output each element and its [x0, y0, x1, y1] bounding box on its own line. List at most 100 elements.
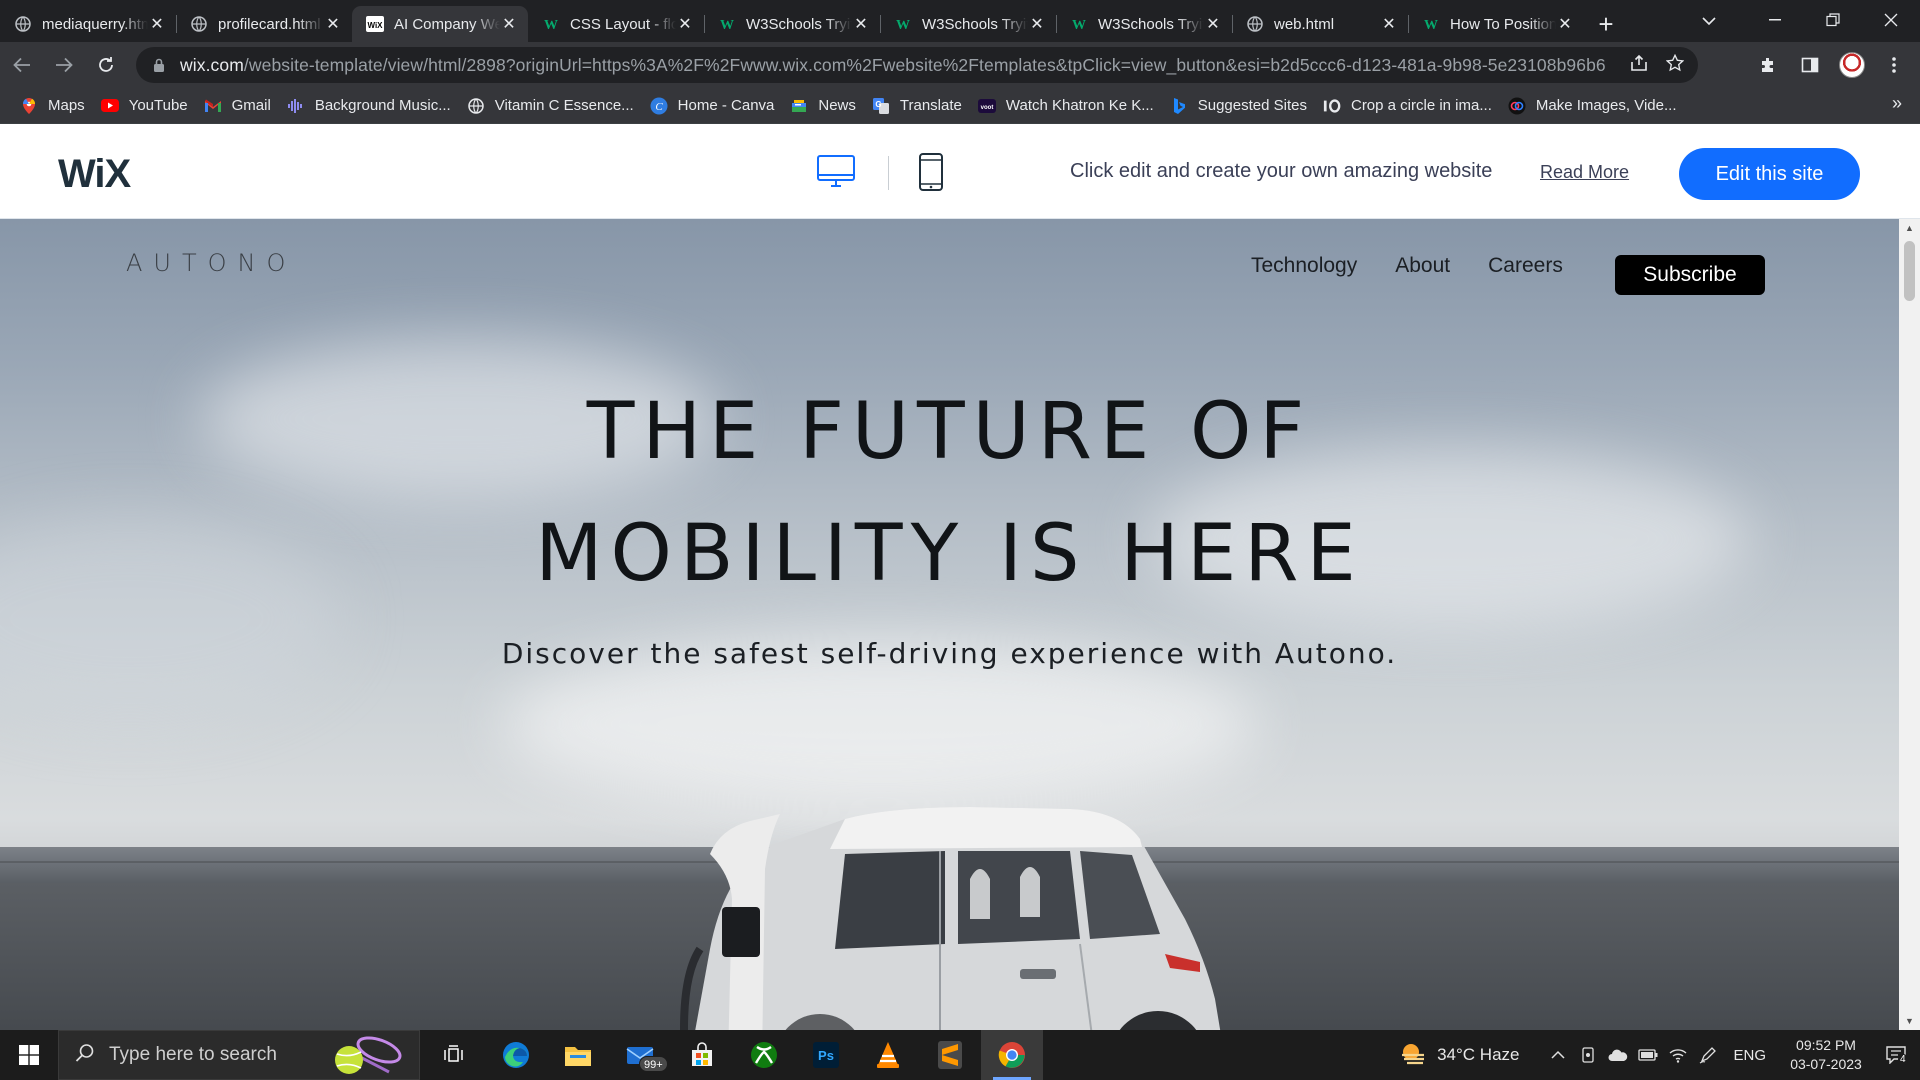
tab-w3schools-1[interactable]: W W3Schools Tryit ✕ [704, 6, 880, 42]
windows-start-icon[interactable] [0, 1030, 58, 1080]
subscribe-button[interactable]: Subscribe [1615, 255, 1765, 295]
profile-avatar[interactable] [1834, 47, 1870, 83]
mail-icon[interactable]: 99+ [609, 1030, 671, 1080]
forward-arrow-icon[interactable] [44, 45, 84, 85]
close-icon[interactable]: ✕ [1380, 15, 1398, 33]
wifi-icon[interactable] [1665, 1030, 1691, 1080]
edit-this-site-button[interactable]: Edit this site [1679, 148, 1860, 200]
restore-icon[interactable] [1804, 0, 1862, 40]
bookmark-make-images[interactable]: Make Images, Vide... [1506, 92, 1687, 120]
bookmark-news[interactable]: News [788, 92, 866, 120]
hero-subtitle: Discover the safest self-driving experie… [501, 637, 1398, 670]
tab-web-html[interactable]: web.html ✕ [1232, 6, 1408, 42]
scroll-up-arrow-icon[interactable]: ▲ [1899, 219, 1920, 237]
desktop-view-icon[interactable] [816, 154, 856, 190]
voot-icon: voot [977, 97, 996, 115]
tab-title: AI Company Website [394, 15, 500, 33]
tab-mediaquerry[interactable]: mediaquerry.html ✕ [0, 6, 176, 42]
bookmark-suggested-sites[interactable]: Suggested Sites [1168, 92, 1317, 120]
menu-icon[interactable] [1876, 47, 1912, 83]
input-language[interactable]: ENG [1733, 1047, 1766, 1064]
close-icon[interactable]: ✕ [148, 15, 166, 33]
tab-ai-company[interactable]: WiX AI Company Website ✕ [352, 6, 528, 42]
hero-title-line-2: MOBILITY IS HERE [535, 509, 1364, 599]
close-icon[interactable]: ✕ [852, 15, 870, 33]
sun-haze-icon [1399, 1041, 1427, 1070]
chevron-down-icon[interactable] [1694, 8, 1724, 34]
taskbar-clock[interactable]: 09:52 PM 03-07-2023 [1780, 1036, 1872, 1074]
close-icon[interactable]: ✕ [324, 15, 342, 33]
bookmark-gmail[interactable]: Gmail [202, 92, 281, 120]
meet-now-icon[interactable] [1575, 1030, 1601, 1080]
close-icon[interactable]: ✕ [1556, 15, 1574, 33]
tab-title: W3Schools Tryit [746, 15, 852, 33]
bookmark-label: Crop a circle in ima... [1350, 97, 1492, 114]
onedrive-icon[interactable] [1605, 1030, 1631, 1080]
url-text[interactable]: wix.com/website-template/view/html/2898?… [180, 55, 1606, 76]
tab-css-layout[interactable]: W CSS Layout - float ✕ [528, 6, 704, 42]
star-icon[interactable] [1665, 53, 1685, 77]
bing-icon [1170, 97, 1188, 115]
mobile-view-icon[interactable] [918, 152, 944, 192]
extensions-icon[interactable] [1750, 47, 1786, 83]
notification-center-icon[interactable]: 4 [1872, 1030, 1920, 1080]
sublime-text-icon[interactable] [919, 1030, 981, 1080]
close-icon[interactable]: ✕ [1204, 15, 1222, 33]
lock-icon[interactable] [150, 56, 168, 74]
bookmark-label: Gmail [231, 97, 271, 114]
nav-technology[interactable]: Technology [1251, 254, 1357, 278]
translate-icon: G [872, 97, 890, 115]
edge-icon[interactable] [485, 1030, 547, 1080]
file-explorer-icon[interactable] [547, 1030, 609, 1080]
close-window-icon[interactable] [1862, 0, 1920, 40]
minimize-icon[interactable] [1746, 0, 1804, 40]
pen-icon[interactable] [1695, 1030, 1721, 1080]
bookmark-voot[interactable]: voot Watch Khatron Ke K... [976, 92, 1164, 120]
bookmark-translate[interactable]: G Translate [870, 92, 972, 120]
site-preview: AUTONO Technology About Careers Subscrib… [0, 219, 1899, 1030]
battery-icon[interactable] [1635, 1030, 1661, 1080]
close-icon[interactable]: ✕ [676, 15, 694, 33]
bookmark-maps[interactable]: Maps [18, 92, 95, 120]
back-arrow-icon[interactable] [2, 45, 42, 85]
tab-w3schools-2[interactable]: W W3Schools Tryit ✕ [880, 6, 1056, 42]
scroll-down-arrow-icon[interactable]: ▼ [1899, 1012, 1920, 1030]
page-scrollbar[interactable]: ▲ ▼ [1899, 219, 1920, 1030]
nav-careers[interactable]: Careers [1488, 254, 1563, 278]
reload-icon[interactable] [86, 45, 126, 85]
weather-widget[interactable]: 34°C Haze [1399, 1041, 1519, 1070]
tab-title: profilecard.html [218, 15, 321, 33]
photoshop-icon[interactable]: Ps [795, 1030, 857, 1080]
store-icon[interactable] [671, 1030, 733, 1080]
wix-logo[interactable]: WiX [58, 152, 131, 197]
tab-profilecard[interactable]: profilecard.html ✕ [176, 6, 352, 42]
bookmark-canva[interactable]: C Home - Canva [648, 92, 785, 120]
bookmarks-overflow-button[interactable]: » [1892, 93, 1902, 114]
close-icon[interactable]: ✕ [1028, 15, 1046, 33]
tab-w3schools-3[interactable]: W W3Schools Tryit ✕ [1056, 6, 1232, 42]
bookmark-label: Maps [48, 97, 85, 114]
side-panel-icon[interactable] [1792, 47, 1828, 83]
task-view-icon[interactable] [423, 1030, 485, 1080]
tab-title: mediaquerry.html [42, 15, 148, 33]
bookmark-crop-circle[interactable]: Crop a circle in ima... [1321, 92, 1502, 120]
share-icon[interactable] [1630, 54, 1648, 77]
notification-count: 4 [1898, 1054, 1908, 1065]
vlc-icon[interactable] [857, 1030, 919, 1080]
tab-how-to-position[interactable]: W How To Position ✕ [1408, 6, 1584, 42]
mail-badge: 99+ [639, 1056, 668, 1072]
autono-logo[interactable]: AUTONO [126, 249, 296, 277]
bookmark-background-music[interactable]: Background Music... [285, 92, 461, 120]
tab-title: W3Schools Tryit [922, 15, 1028, 33]
nav-about[interactable]: About [1395, 254, 1450, 278]
chrome-icon[interactable] [981, 1030, 1043, 1080]
scroll-thumb[interactable] [1904, 241, 1915, 301]
xbox-icon[interactable] [733, 1030, 795, 1080]
new-tab-button[interactable]: + [1588, 6, 1624, 42]
bookmark-vitamin-c[interactable]: Vitamin C Essence... [465, 92, 644, 120]
chevron-up-icon[interactable] [1545, 1030, 1571, 1080]
bookmark-youtube[interactable]: YouTube [99, 92, 198, 120]
read-more-link[interactable]: Read More [1540, 162, 1629, 183]
address-bar[interactable]: wix.com/website-template/view/html/2898?… [136, 47, 1698, 83]
close-icon[interactable]: ✕ [500, 15, 518, 33]
